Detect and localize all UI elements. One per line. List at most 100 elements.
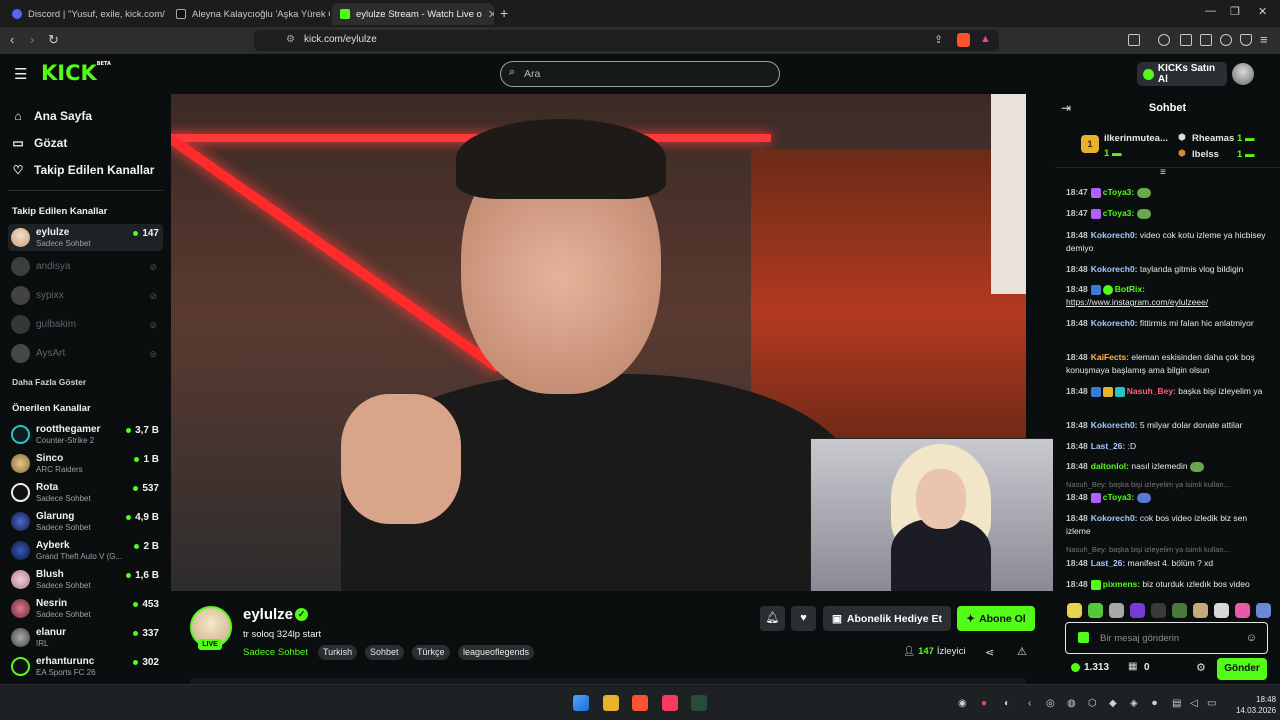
- message-user[interactable]: Kokorech0:: [1091, 264, 1138, 274]
- emote-icon[interactable]: [1088, 603, 1103, 618]
- recommended-channel[interactable]: erhanturunc EA Sports FC 26 302: [8, 653, 163, 680]
- followed-channel[interactable]: eylulze Sadece Sohbet 147: [8, 224, 163, 251]
- gift-count[interactable]: 0: [1144, 662, 1150, 673]
- close-tab-icon[interactable]: ✕: [488, 8, 494, 21]
- notification-bell-button[interactable]: 🔔︎: [760, 606, 785, 631]
- media-icon[interactable]: [1158, 34, 1170, 46]
- site-info-icon[interactable]: ⚙: [286, 34, 295, 45]
- rewards-icon[interactable]: ▲: [980, 33, 991, 45]
- system-clock[interactable]: 18:48 14.03.2026: [1236, 694, 1276, 716]
- emote-icon[interactable]: [1067, 603, 1082, 618]
- volume-icon[interactable]: ◁: [1190, 698, 1198, 709]
- tab-kick[interactable]: eylulze Stream - Watch Live o ✕: [332, 3, 494, 25]
- nav-home[interactable]: ⌂ Ana Sayfa: [12, 109, 92, 123]
- brave-shield-icon[interactable]: [957, 33, 970, 47]
- nav-browse[interactable]: ▭ Gözat: [12, 136, 67, 150]
- tag[interactable]: Turkish: [318, 645, 358, 660]
- channel-name[interactable]: eylulze: [243, 606, 293, 623]
- message-user[interactable]: Kokorech0:: [1091, 513, 1138, 523]
- maximize-icon[interactable]: ❐: [1230, 5, 1240, 18]
- message-user[interactable]: Nasuh_Bey:: [1127, 386, 1176, 396]
- message-user[interactable]: cToya3:: [1103, 208, 1135, 218]
- sidebar-icon[interactable]: [1128, 34, 1140, 46]
- music-app-icon[interactable]: [662, 695, 678, 711]
- emote-icon[interactable]: [1193, 603, 1208, 618]
- emote-icon[interactable]: [1109, 603, 1124, 618]
- followed-channel[interactable]: andisya ⊘: [8, 253, 163, 280]
- nav-following[interactable]: ♡ Takip Edilen Kanallar: [12, 163, 155, 177]
- show-more-link[interactable]: Daha Fazla Göster: [12, 377, 86, 387]
- reader-icon[interactable]: [1180, 34, 1192, 46]
- close-window-icon[interactable]: ✕: [1258, 5, 1267, 18]
- buy-kicks-button[interactable]: KICKs Satın Al: [1137, 62, 1227, 86]
- report-icon[interactable]: ⚠: [1017, 645, 1027, 658]
- recommended-channel[interactable]: Glarung Sadece Sohbet 4,9 B: [8, 508, 163, 535]
- reload-icon[interactable]: ↻: [48, 32, 59, 48]
- tray-icon[interactable]: ◎: [1046, 698, 1055, 709]
- microphone-icon[interactable]: ⏺: [1152, 698, 1157, 709]
- send-button[interactable]: Gönder: [1217, 658, 1267, 680]
- emote-icon[interactable]: [1256, 603, 1271, 618]
- url-field[interactable]: ⚙ kick.com/eylulze ⇪ ▲: [254, 30, 999, 51]
- message-user[interactable]: cToya3:: [1103, 492, 1135, 502]
- recommended-channel[interactable]: Ayberk Grand Theft Auto V (G... 2 B: [8, 537, 163, 564]
- new-tab-button[interactable]: +: [500, 5, 508, 21]
- gift-icon[interactable]: [1078, 632, 1089, 643]
- league-client-icon[interactable]: [691, 695, 707, 711]
- followed-channel[interactable]: AysArt ⊘: [8, 340, 163, 367]
- tab-discord[interactable]: Discord | "Yusuf, exile, kick.com/: [4, 3, 166, 25]
- emote-icon[interactable]: [1214, 603, 1229, 618]
- message-user[interactable]: daltonlol:: [1091, 461, 1129, 471]
- reply-context[interactable]: Nasuh_Bey: başka bişi izleyelim ya isiml…: [1066, 545, 1276, 554]
- message-user[interactable]: Kokorech0:: [1091, 230, 1138, 240]
- message-user[interactable]: KaiFects:: [1091, 352, 1129, 362]
- settings-icon[interactable]: ⚙: [1196, 661, 1206, 674]
- leader-name[interactable]: lbelss: [1192, 149, 1219, 160]
- leader-name[interactable]: ilkerinmutea...: [1104, 133, 1168, 144]
- recommended-channel[interactable]: Rota Sadece Sohbet 537: [8, 479, 163, 506]
- tag[interactable]: Sohbet: [365, 645, 404, 660]
- battery-icon[interactable]: ▭: [1207, 698, 1216, 709]
- back-icon[interactable]: ‹: [10, 32, 14, 47]
- emote-icon[interactable]: [1172, 603, 1187, 618]
- emoji-icon[interactable]: ☺: [1246, 632, 1257, 644]
- reply-context[interactable]: Nasuh_Bey: başka bişi izleyelim ya isiml…: [1066, 480, 1276, 489]
- followed-channel[interactable]: sypixx ⊘: [8, 282, 163, 309]
- subscribe-button[interactable]: ✦ Abone Ol: [957, 606, 1035, 631]
- tray-icon[interactable]: ◈: [1130, 698, 1138, 709]
- tray-icon[interactable]: ◉: [958, 698, 967, 709]
- tab-tiktok[interactable]: Aleyna Kalaycıoğlu 'Aşka Yürek Gerek: [168, 3, 330, 25]
- message-user[interactable]: pixmens:: [1103, 579, 1140, 589]
- recommended-channel[interactable]: Sinco ARC Raiders 1 B: [8, 450, 163, 477]
- tag[interactable]: leagueoflegends: [458, 645, 535, 660]
- kick-logo[interactable]: KICKBETA: [41, 61, 111, 85]
- leo-icon[interactable]: [1220, 34, 1232, 46]
- tray-icon[interactable]: ●: [981, 698, 987, 709]
- hamburger-icon[interactable]: ☰: [14, 65, 27, 83]
- tray-icon[interactable]: ◐: [1004, 698, 1010, 709]
- brave-browser-icon[interactable]: [632, 695, 648, 711]
- leader-name[interactable]: Rheamas: [1192, 133, 1234, 144]
- expand-leaderboard-icon[interactable]: ≡: [1160, 167, 1166, 178]
- recommended-channel[interactable]: elanur IRL 337: [8, 624, 163, 651]
- followed-channel[interactable]: gulbakim ⊘: [8, 311, 163, 338]
- forward-icon[interactable]: ›: [30, 32, 34, 47]
- user-avatar[interactable]: [1232, 63, 1254, 85]
- message-link[interactable]: https://www.instagram.com/eylulzeee/: [1066, 297, 1208, 307]
- emote-icon[interactable]: [1151, 603, 1166, 618]
- tray-icon[interactable]: ◍: [1067, 698, 1076, 709]
- network-icon[interactable]: ▤: [1172, 698, 1181, 709]
- message-user[interactable]: Kokorech0:: [1091, 318, 1138, 328]
- tag[interactable]: Türkçe: [412, 645, 450, 660]
- tray-icon[interactable]: ◆: [1109, 698, 1117, 709]
- minimize-icon[interactable]: —: [1205, 5, 1216, 17]
- emote-icon[interactable]: [1130, 603, 1145, 618]
- emote-icon[interactable]: [1235, 603, 1250, 618]
- share-icon[interactable]: ⋖: [985, 646, 994, 659]
- message-user[interactable]: BotRix:: [1115, 284, 1145, 294]
- recommended-channel[interactable]: Nesrin Sadece Sohbet 453: [8, 595, 163, 622]
- file-explorer-icon[interactable]: [603, 695, 619, 711]
- message-user[interactable]: cToya3:: [1103, 187, 1135, 197]
- vpn-icon[interactable]: [1240, 34, 1252, 46]
- menu-icon[interactable]: ≡: [1260, 32, 1268, 47]
